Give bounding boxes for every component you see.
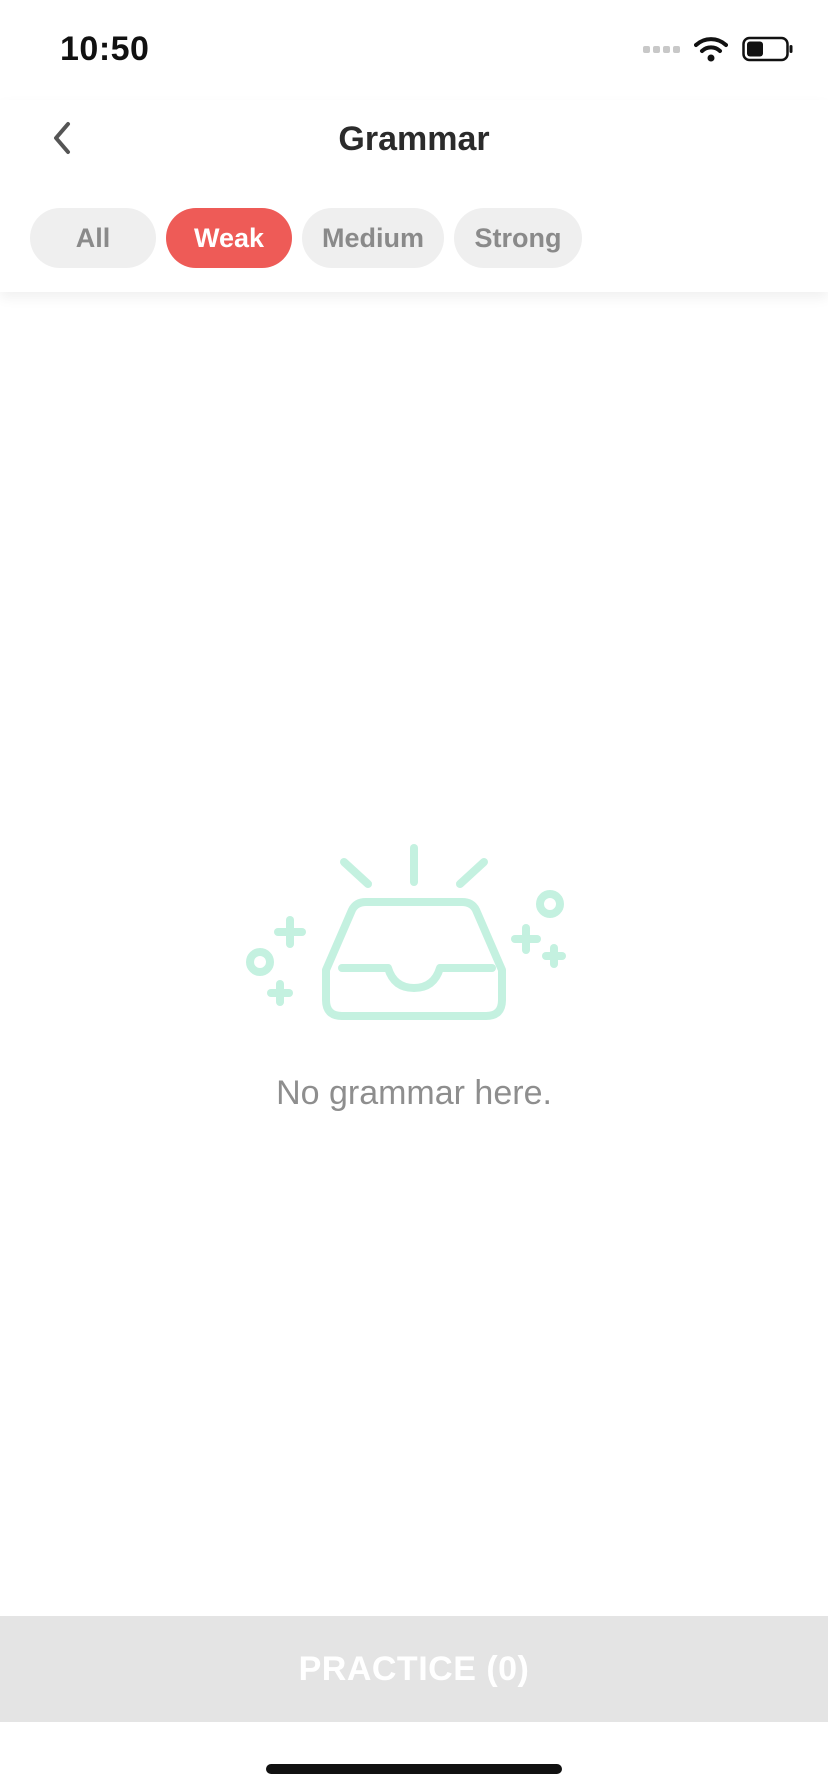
- signal-icon: [643, 45, 680, 53]
- battery-icon: [742, 36, 794, 62]
- practice-button[interactable]: PRACTICE (0): [0, 1616, 828, 1722]
- tab-weak[interactable]: Weak: [166, 208, 292, 268]
- status-icons: [643, 32, 794, 66]
- home-indicator[interactable]: [266, 1764, 562, 1774]
- empty-message: No grammar here.: [276, 1074, 552, 1112]
- page-title: Grammar: [338, 120, 490, 158]
- filter-tabs: All Weak Medium Strong: [30, 208, 582, 268]
- status-time: 10:50: [60, 30, 150, 68]
- tab-all[interactable]: All: [30, 208, 156, 268]
- wifi-icon: [694, 36, 728, 62]
- empty-state: No grammar here.: [0, 840, 828, 1113]
- empty-inbox-icon: [246, 844, 566, 1020]
- header: Grammar All Weak Medium Strong: [0, 100, 828, 292]
- status-bar: 10:50: [0, 0, 828, 100]
- tab-medium[interactable]: Medium: [302, 208, 444, 268]
- tab-strong[interactable]: Strong: [454, 208, 582, 268]
